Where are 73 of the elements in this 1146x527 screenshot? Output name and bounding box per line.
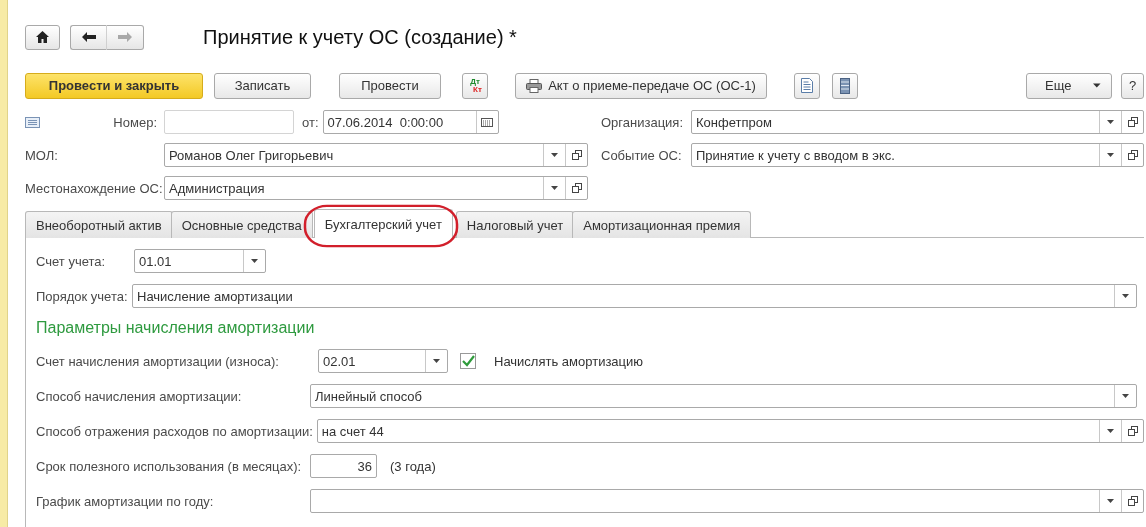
back-button[interactable]	[70, 24, 107, 50]
tab[interactable]: Налоговый учет	[455, 211, 575, 238]
person-field[interactable]: Романов Олег Григорьевич	[164, 143, 588, 167]
more-button[interactable]: Еще	[1026, 72, 1112, 99]
windows-icon	[571, 150, 582, 160]
section-heading: Параметры начисления амортизации	[36, 319, 316, 338]
windows-icon	[571, 183, 582, 193]
post-button[interactable]: Провести	[339, 72, 441, 99]
report-button[interactable]	[794, 72, 820, 99]
list-button[interactable]	[832, 72, 858, 99]
caret-icon	[433, 359, 440, 363]
document-icon	[25, 116, 40, 128]
field-label: Местонахождение ОС:	[25, 180, 164, 196]
document-icon	[801, 78, 813, 93]
date-field[interactable]: 07.06.2014 0:00:00	[322, 110, 499, 134]
caret-icon	[251, 259, 258, 263]
years-note: (3 года)	[390, 458, 436, 474]
caret-icon	[551, 153, 558, 157]
number-field[interactable]	[164, 110, 294, 134]
depreciation-account-field[interactable]: 02.01	[318, 349, 448, 373]
tab[interactable]: Внеоборотный актив	[25, 211, 173, 238]
post-and-close-button[interactable]: Провести и закрыть	[25, 72, 203, 99]
window-title: Принятие к учету ОС (создание) *	[203, 25, 517, 49]
caret-icon	[1122, 394, 1129, 398]
field-label: Событие ОС:	[601, 147, 683, 163]
caret-icon	[1093, 83, 1101, 88]
printer-icon	[526, 78, 543, 93]
windows-icon	[1127, 150, 1138, 160]
field-label: Счет учета:	[36, 253, 107, 269]
field-label: Счет начисления амортизации (износа):	[36, 353, 280, 369]
accounting-order-field[interactable]: Начисление амортизации	[132, 284, 1137, 308]
field-label: Номер:	[112, 114, 157, 130]
field-label: от:	[302, 114, 319, 130]
help-button[interactable]: ?	[1121, 72, 1144, 99]
tab[interactable]: Амортизационная премия	[572, 211, 752, 238]
print-button[interactable]: Акт о приеме-передаче ОС (ОС-1)	[515, 72, 767, 99]
left-arrow-icon	[81, 32, 96, 42]
method-field[interactable]: Линейный способ	[310, 384, 1137, 408]
checkbox-label: Начислять амортизацию	[494, 353, 644, 369]
account-field[interactable]: 01.01	[134, 249, 266, 273]
calendar-icon	[481, 117, 493, 127]
caret-icon	[1107, 120, 1114, 124]
save-button[interactable]: Записать	[214, 72, 311, 99]
event-field[interactable]: Принятие к учету с вводом в экс.	[691, 143, 1144, 167]
home-icon	[36, 31, 49, 43]
home-button[interactable]	[25, 24, 60, 50]
caret-icon	[1107, 153, 1114, 157]
windows-icon	[1127, 426, 1138, 436]
windows-icon	[1127, 117, 1138, 127]
schedule-field[interactable]	[310, 489, 1144, 513]
expense-method-field[interactable]: на счет 44	[316, 419, 1144, 443]
caret-icon	[1122, 294, 1129, 298]
tab[interactable]: Основные средства	[170, 211, 313, 238]
field-label: Срок полезного использования (в месяцах):	[36, 458, 303, 474]
field-label: Порядок учета:	[36, 288, 129, 304]
right-arrow-icon	[118, 32, 132, 42]
caret-icon	[1107, 429, 1114, 433]
field-label: Способ отражения расходов по амортизации:	[36, 423, 313, 439]
windows-icon	[1127, 496, 1138, 506]
field-label: График амортизации по году:	[36, 493, 215, 509]
list-icon	[840, 77, 850, 94]
location-field[interactable]: Администрация	[164, 176, 588, 200]
check-icon	[461, 354, 475, 368]
field-label: Организация:	[601, 114, 685, 130]
caret-icon	[551, 186, 558, 190]
tab[interactable]: Бухгалтерский учет	[313, 209, 453, 238]
checkbox[interactable]	[460, 353, 476, 369]
debit-credit-button[interactable]: Дт Кт	[462, 72, 488, 99]
field-label: МОЛ:	[25, 147, 59, 163]
caret-icon	[1107, 499, 1114, 503]
organization-field[interactable]: Конфетпром	[691, 110, 1144, 134]
months-field[interactable]: 36	[310, 454, 377, 478]
field-label: Способ начисления амортизации:	[36, 388, 243, 404]
